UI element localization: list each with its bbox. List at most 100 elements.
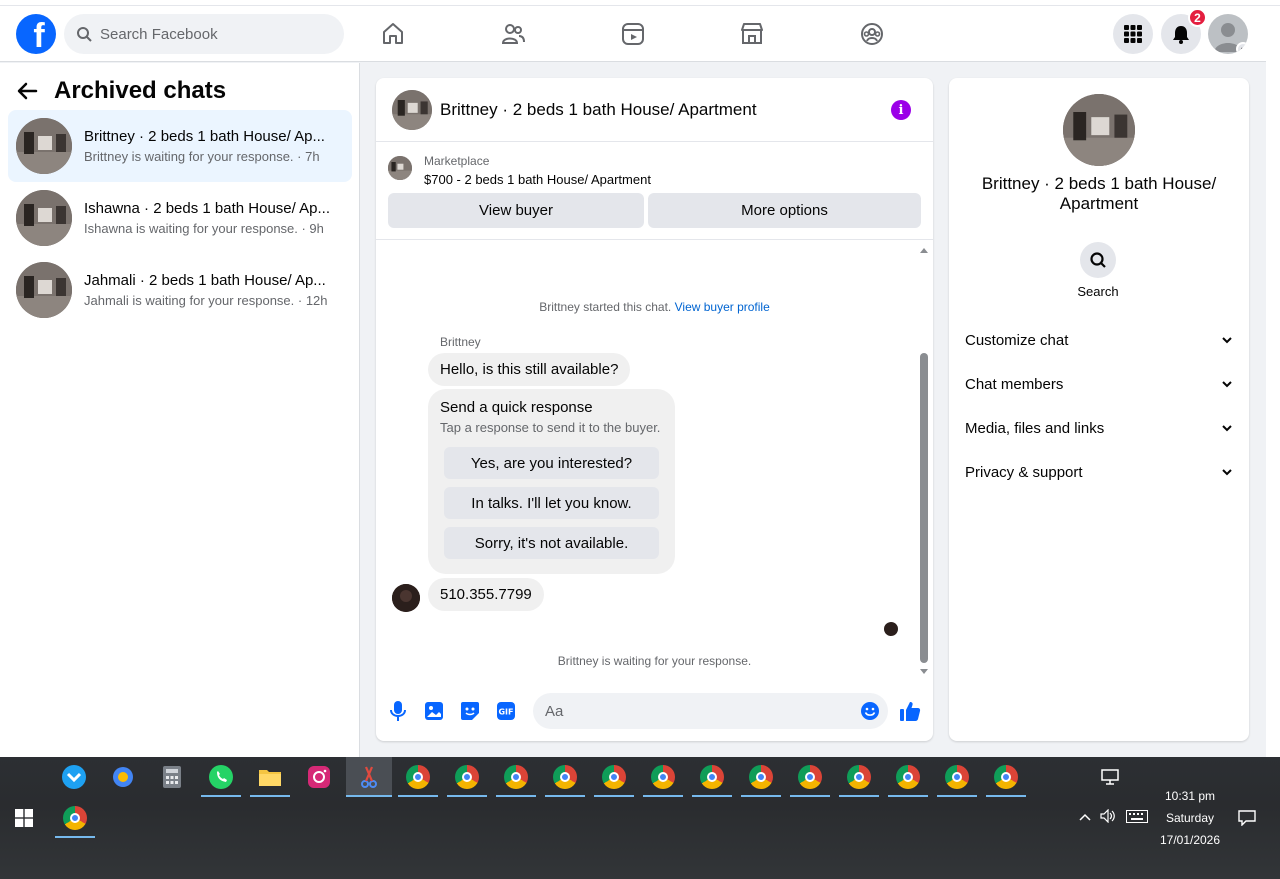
conversation-title[interactable]: Brittney · 2 beds 1 bath House/ Apartmen… bbox=[440, 100, 757, 120]
snipping-tool-icon[interactable] bbox=[346, 757, 392, 797]
chrome-icon[interactable] bbox=[447, 757, 487, 797]
instagram-icon[interactable] bbox=[299, 757, 339, 797]
account-avatar[interactable]: ▾ bbox=[1208, 14, 1248, 54]
chevron-down-icon bbox=[1222, 425, 1232, 432]
chrome-icon[interactable] bbox=[643, 757, 683, 797]
clock-time[interactable]: 10:31 pm bbox=[1160, 789, 1220, 803]
listing-thumbnail bbox=[16, 118, 72, 174]
top-navigation-bar: f 2 ▾ bbox=[0, 6, 1266, 62]
listing-thumbnail[interactable] bbox=[392, 89, 432, 130]
marketplace-icon[interactable] bbox=[738, 20, 766, 48]
grid-icon bbox=[1124, 25, 1142, 43]
chrome-icon[interactable] bbox=[398, 757, 438, 797]
chrome-icon[interactable] bbox=[741, 757, 781, 797]
view-buyer-button[interactable]: View buyer bbox=[388, 193, 644, 228]
chat-members-row[interactable]: Chat members bbox=[965, 362, 1233, 406]
photo-icon[interactable] bbox=[423, 700, 445, 722]
calculator-icon[interactable] bbox=[152, 757, 192, 797]
chat-scrollbar-thumb[interactable] bbox=[920, 353, 928, 663]
customize-chat-row[interactable]: Customize chat bbox=[965, 318, 1233, 362]
thumbs-up-icon[interactable] bbox=[899, 700, 921, 722]
chat-item-brittney[interactable]: Brittney · 2 beds 1 bath House/ Ap... Br… bbox=[8, 110, 352, 182]
chrome-icon[interactable] bbox=[888, 757, 928, 797]
friends-icon[interactable] bbox=[499, 20, 527, 48]
chevron-down-icon bbox=[1222, 337, 1232, 344]
video-icon[interactable] bbox=[619, 20, 647, 48]
microphone-icon[interactable] bbox=[387, 700, 409, 722]
search-input[interactable] bbox=[100, 25, 300, 43]
whatsapp-icon[interactable] bbox=[201, 757, 241, 797]
view-buyer-profile-link[interactable]: View buyer profile bbox=[675, 300, 770, 314]
message-input[interactable] bbox=[533, 693, 888, 729]
gif-icon[interactable]: GIF bbox=[495, 700, 517, 722]
info-icon[interactable]: i bbox=[891, 100, 911, 120]
scroll-down-icon[interactable] bbox=[919, 668, 929, 676]
search-label: Search bbox=[1077, 284, 1119, 299]
details-title: Brittney · 2 beds 1 bath House/ Apartmen… bbox=[981, 174, 1217, 213]
action-center-icon[interactable] bbox=[1238, 810, 1256, 829]
chrome-icon[interactable] bbox=[839, 757, 879, 797]
media-files-links-row[interactable]: Media, files and links bbox=[965, 406, 1233, 450]
chrome-icon[interactable] bbox=[594, 757, 634, 797]
notifications-button[interactable]: 2 bbox=[1161, 8, 1207, 54]
sender-name: Brittney bbox=[440, 335, 481, 349]
chat-item-ishawna[interactable]: Ishawna · 2 beds 1 bath House/ Ap... Ish… bbox=[8, 182, 352, 254]
archived-chats-sidebar: Archived chats Brittney · 2 beds 1 bath … bbox=[0, 63, 360, 757]
quick-reply-not-available[interactable]: Sorry, it's not available. bbox=[444, 527, 659, 559]
show-hidden-icons[interactable] bbox=[1079, 810, 1091, 824]
menu-grid-button[interactable] bbox=[1113, 14, 1153, 54]
chrome-icon[interactable] bbox=[986, 757, 1026, 797]
taskbar-active-indicator bbox=[986, 795, 1026, 797]
clock-date[interactable]: 17/01/2026 bbox=[1158, 833, 1222, 847]
keyboard-icon[interactable] bbox=[1126, 810, 1148, 826]
chrome-icon[interactable] bbox=[937, 757, 977, 797]
search-box[interactable] bbox=[64, 14, 344, 54]
chat-item-jahmali[interactable]: Jahmali · 2 beds 1 bath House/ Ap... Jah… bbox=[8, 254, 352, 326]
quick-reply-interested[interactable]: Yes, are you interested? bbox=[444, 447, 659, 479]
bell-icon bbox=[1173, 26, 1189, 44]
sidebar-header: Archived chats bbox=[16, 77, 226, 105]
chevron-down-icon: ▾ bbox=[1236, 42, 1248, 54]
page-scrollbar[interactable] bbox=[1266, 6, 1280, 757]
listing-photo[interactable] bbox=[1063, 94, 1135, 166]
more-options-button[interactable]: More options bbox=[648, 193, 921, 228]
sender-avatar[interactable] bbox=[392, 584, 420, 612]
chrome-icon[interactable] bbox=[496, 757, 536, 797]
privacy-support-row[interactable]: Privacy & support bbox=[965, 450, 1233, 494]
search-in-conversation-button[interactable] bbox=[1080, 242, 1116, 278]
home-icon[interactable] bbox=[379, 20, 407, 48]
facebook-logo[interactable]: f bbox=[16, 14, 56, 54]
back-arrow-icon[interactable] bbox=[16, 80, 38, 102]
taskbar-active-indicator bbox=[937, 795, 977, 797]
chrome-icon[interactable] bbox=[55, 798, 95, 838]
volume-icon[interactable] bbox=[1100, 808, 1116, 826]
chat-status: Ishawna is waiting for your response. · … bbox=[84, 221, 324, 236]
taskbar-active-indicator bbox=[790, 795, 830, 797]
chrome-icon[interactable] bbox=[790, 757, 830, 797]
message-bubble[interactable]: 510.355.7799 bbox=[428, 578, 544, 611]
windows-start-icon[interactable] bbox=[4, 798, 44, 838]
search-icon bbox=[77, 27, 92, 42]
chrome-icon[interactable] bbox=[545, 757, 585, 797]
scroll-up-icon[interactable] bbox=[919, 246, 929, 254]
taskbar-active-indicator bbox=[250, 795, 290, 797]
emoji-icon[interactable] bbox=[859, 700, 881, 722]
taskbar-active-indicator bbox=[643, 795, 683, 797]
file-explorer-icon[interactable] bbox=[250, 757, 290, 797]
listing-title[interactable]: $700 - 2 beds 1 bath House/ Apartment bbox=[424, 172, 651, 187]
chat-status: Brittney is waiting for your response. ·… bbox=[84, 149, 320, 164]
groups-icon[interactable] bbox=[858, 20, 886, 48]
maps-icon[interactable] bbox=[103, 757, 143, 797]
taskbar-active-indicator bbox=[839, 795, 879, 797]
app-icon-blue[interactable] bbox=[54, 757, 94, 797]
clock-day[interactable]: Saturday bbox=[1160, 811, 1220, 825]
message-bubble[interactable]: Hello, is this still available? bbox=[428, 353, 631, 386]
chrome-icon[interactable] bbox=[692, 757, 732, 797]
quick-reply-in-talks[interactable]: In talks. I'll let you know. bbox=[444, 487, 659, 519]
quick-response-title: Send a quick response bbox=[440, 399, 593, 416]
taskbar-active-indicator bbox=[201, 795, 241, 797]
windows-taskbar: 10:31 pm Saturday 17/01/2026 bbox=[0, 757, 1280, 879]
chat-details-panel: Brittney · 2 beds 1 bath House/ Apartmen… bbox=[949, 78, 1249, 741]
network-display-icon[interactable] bbox=[1090, 757, 1130, 797]
sticker-icon[interactable] bbox=[459, 700, 481, 722]
